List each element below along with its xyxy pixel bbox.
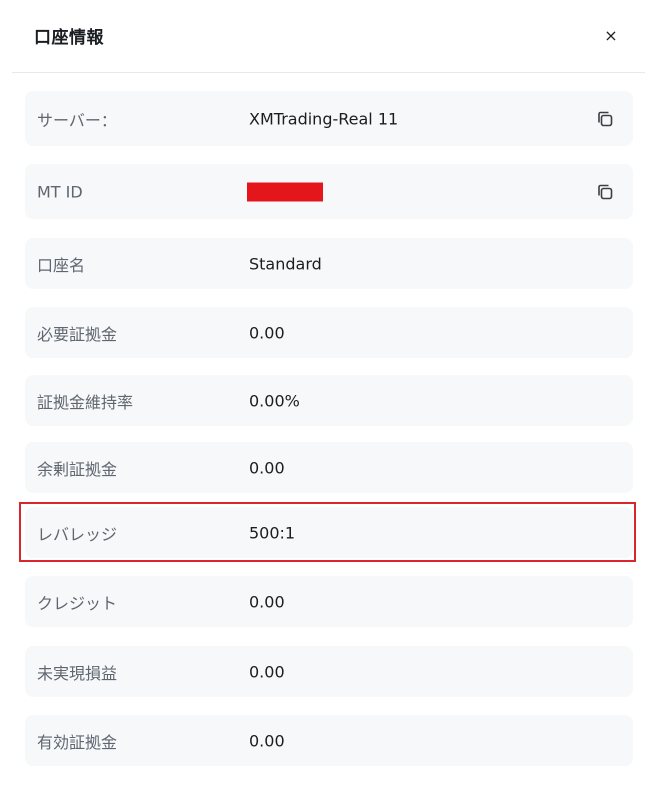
credit-value: 0.00 bbox=[249, 592, 285, 611]
mt-id-label: MT ID bbox=[37, 182, 83, 201]
margin-level-label: 証拠金維持率 bbox=[37, 392, 134, 412]
info-row-required-margin: 必要証拠金 0.00 bbox=[25, 307, 633, 358]
free-margin-label: 余剰証拠金 bbox=[37, 459, 118, 479]
info-row-credit: クレジット 0.00 bbox=[25, 576, 633, 627]
info-row-server: サーバー： XMTrading-Real 11 bbox=[25, 91, 633, 146]
header-divider bbox=[12, 72, 645, 73]
info-row-mt-id: MT ID bbox=[25, 164, 633, 219]
close-icon: × bbox=[604, 25, 618, 45]
equity-label: 有効証拠金 bbox=[37, 732, 118, 752]
equity-value: 0.00 bbox=[249, 731, 285, 750]
info-row-account-name: 口座名 Standard bbox=[25, 238, 633, 289]
copy-icon[interactable] bbox=[595, 182, 615, 202]
account-name-label: 口座名 bbox=[37, 255, 86, 275]
leverage-highlight-box bbox=[19, 502, 636, 562]
free-margin-value: 0.00 bbox=[249, 458, 285, 477]
info-row-equity: 有効証拠金 0.00 bbox=[25, 715, 633, 766]
server-label: サーバー： bbox=[37, 110, 117, 130]
info-row-free-margin: 余剰証拠金 0.00 bbox=[25, 442, 633, 493]
margin-level-value: 0.00% bbox=[249, 391, 300, 410]
account-info-dialog: 口座情報 × サーバー： XMTrading-Real 11 MT ID 口座名… bbox=[0, 0, 661, 790]
copy-icon[interactable] bbox=[595, 109, 615, 129]
account-name-value: Standard bbox=[249, 254, 322, 273]
dialog-header: 口座情報 × bbox=[0, 0, 661, 72]
server-value: XMTrading-Real 11 bbox=[249, 109, 399, 128]
redacted-mt-id bbox=[247, 182, 323, 201]
unrealized-pnl-label: 未実現損益 bbox=[37, 663, 118, 683]
info-row-margin-level: 証拠金維持率 0.00% bbox=[25, 375, 633, 426]
info-row-unrealized-pnl: 未実現損益 0.00 bbox=[25, 646, 633, 697]
required-margin-value: 0.00 bbox=[249, 323, 285, 342]
required-margin-label: 必要証拠金 bbox=[37, 324, 118, 344]
close-button[interactable]: × bbox=[600, 24, 622, 46]
unrealized-pnl-value: 0.00 bbox=[249, 662, 285, 681]
credit-label: クレジット bbox=[37, 593, 118, 613]
dialog-title: 口座情報 bbox=[34, 28, 104, 48]
